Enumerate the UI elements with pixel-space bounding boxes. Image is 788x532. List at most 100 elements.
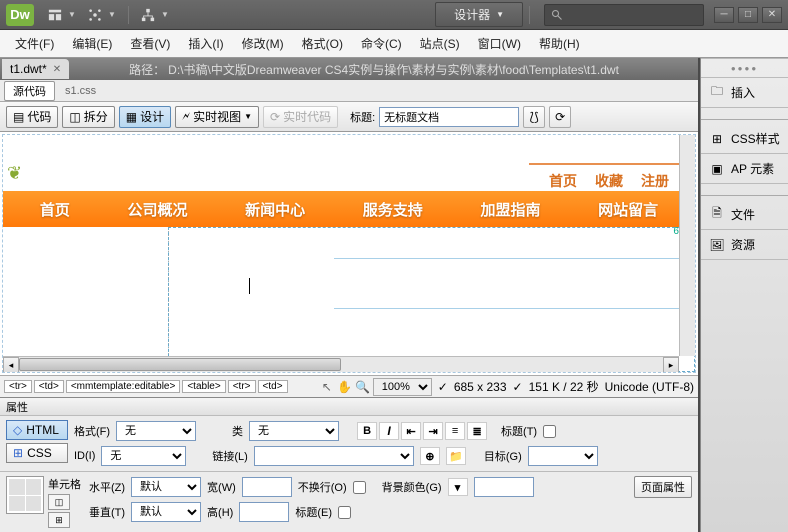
- menu-help[interactable]: 帮助(H): [530, 31, 589, 56]
- bold-button[interactable]: B: [357, 422, 377, 440]
- hand-tool-icon[interactable]: ✋: [337, 379, 353, 395]
- menu-file[interactable]: 文件(F): [6, 31, 63, 56]
- design-canvas[interactable]: ❦ 首页 收藏 注册 首页 公司概况 新闻中心 服务支持 加盟指南 网站留言 6…: [2, 134, 696, 373]
- nav-franchise[interactable]: 加盟指南: [480, 199, 540, 220]
- format-select[interactable]: 无: [116, 421, 196, 441]
- leaf-icon: ❦: [7, 163, 22, 184]
- menu-window[interactable]: 窗口(W): [469, 31, 530, 56]
- nav-link-home[interactable]: 首页: [549, 171, 577, 191]
- format-label: 格式(F): [74, 423, 110, 439]
- scrollbar-thumb[interactable]: [19, 358, 341, 371]
- pointer-tool-icon[interactable]: ↖: [319, 379, 335, 395]
- link-select[interactable]: [254, 446, 414, 466]
- nav-link-register[interactable]: 注册: [641, 171, 669, 191]
- minimize-button[interactable]: ─: [714, 7, 734, 23]
- nav-message[interactable]: 网站留言: [598, 199, 658, 220]
- tag-selector[interactable]: <td>: [258, 380, 288, 393]
- nowrap-checkbox[interactable]: [353, 481, 366, 494]
- menu-edit[interactable]: 编辑(E): [63, 31, 121, 56]
- tag-selector[interactable]: <td>: [34, 380, 64, 393]
- menu-format[interactable]: 格式(O): [293, 31, 352, 56]
- horiz-select[interactable]: 默认: [131, 477, 201, 497]
- color-picker[interactable]: ▾: [448, 478, 468, 496]
- heading-checkbox[interactable]: [543, 425, 556, 438]
- panel-insert[interactable]: 🗀 插入: [701, 78, 788, 108]
- tag-selector[interactable]: <tr>: [4, 380, 32, 393]
- html-properties-button[interactable]: ◇HTML: [6, 420, 68, 440]
- layout-guide: [334, 258, 694, 259]
- header-label: 标题(E): [295, 504, 332, 520]
- height-input[interactable]: [239, 502, 289, 522]
- indent-button[interactable]: ⇥: [423, 422, 443, 440]
- close-button[interactable]: ✕: [762, 7, 782, 23]
- panel-assets[interactable]: 🖼 资源: [701, 230, 788, 260]
- scroll-right-icon[interactable]: ▸: [663, 357, 679, 373]
- menu-commands[interactable]: 命令(C): [352, 31, 411, 56]
- close-tab-icon[interactable]: ✕: [53, 64, 61, 75]
- header-checkbox[interactable]: [338, 506, 351, 519]
- vert-select[interactable]: 默认: [131, 502, 201, 522]
- separator: [128, 6, 129, 24]
- id-select[interactable]: 无: [101, 446, 186, 466]
- merge-cells-button[interactable]: ◫: [48, 494, 70, 510]
- zoom-select[interactable]: 100%: [373, 378, 432, 396]
- title-input[interactable]: [379, 107, 519, 127]
- width-input[interactable]: [242, 477, 292, 497]
- css-properties-button[interactable]: ⊞CSS: [6, 443, 68, 463]
- outdent-button[interactable]: ⇤: [401, 422, 421, 440]
- ul-button[interactable]: ≡: [445, 422, 465, 440]
- extension-icon[interactable]: [86, 6, 104, 24]
- horizontal-scrollbar[interactable]: ◂ ▸: [3, 356, 679, 372]
- search-input[interactable]: [544, 4, 704, 26]
- panel-files[interactable]: 🗎 文件: [701, 200, 788, 230]
- height-label: 高(H): [207, 504, 233, 520]
- menu-view[interactable]: 查看(V): [121, 31, 179, 56]
- split-cells-button[interactable]: ⊞: [48, 512, 70, 528]
- menu-site[interactable]: 站点(S): [411, 31, 469, 56]
- refresh-button[interactable]: ⟳: [549, 106, 571, 128]
- file-path: 路径： D:\书稿\中文版Dreamweaver CS4实例与操作\素材与实例\…: [129, 61, 619, 78]
- properties-header[interactable]: 属性: [0, 398, 698, 416]
- nav-service[interactable]: 服务支持: [363, 199, 423, 220]
- workspace-selector[interactable]: 设计器 ▼: [435, 2, 523, 27]
- nav-link-favorite[interactable]: 收藏: [595, 171, 623, 191]
- code-view-button[interactable]: ▤代码: [6, 106, 58, 128]
- scroll-left-icon[interactable]: ◂: [3, 357, 19, 373]
- file-tab[interactable]: t1.dwt* ✕: [2, 59, 69, 79]
- italic-button[interactable]: I: [379, 422, 399, 440]
- related-css-link[interactable]: s1.css: [65, 85, 96, 97]
- maximize-button[interactable]: □: [738, 7, 758, 23]
- panel-css[interactable]: ⊞ CSS样式: [701, 124, 788, 154]
- link-point-icon[interactable]: ⊕: [420, 447, 440, 465]
- vertical-scrollbar[interactable]: [679, 135, 695, 356]
- layout-icon[interactable]: [46, 6, 64, 24]
- menu-insert[interactable]: 插入(I): [179, 31, 232, 56]
- zoom-tool-icon[interactable]: 🔍: [355, 379, 371, 395]
- link-label: 链接(L): [212, 448, 247, 464]
- dropdown-arrow-icon[interactable]: ▼: [68, 10, 76, 19]
- tag-selector[interactable]: <mmtemplate:editable>: [66, 380, 181, 393]
- tag-selector[interactable]: <tr>: [228, 380, 256, 393]
- live-view-button[interactable]: 🗲实时视图▼: [175, 106, 259, 128]
- dropdown-arrow-icon[interactable]: ▼: [161, 10, 169, 19]
- ol-button[interactable]: ≣: [467, 422, 487, 440]
- design-view-button[interactable]: ▦设计: [119, 106, 171, 128]
- page-properties-button[interactable]: 页面属性: [634, 476, 692, 498]
- menu-modify[interactable]: 修改(M): [233, 31, 293, 56]
- source-tab[interactable]: 源代码: [4, 81, 55, 101]
- nav-news[interactable]: 新闻中心: [245, 199, 305, 220]
- check-button[interactable]: ⟅⟆: [523, 106, 545, 128]
- bg-color-input[interactable]: [474, 477, 534, 497]
- target-select[interactable]: [528, 446, 598, 466]
- split-view-button[interactable]: ◫拆分: [62, 106, 114, 128]
- site-icon[interactable]: [139, 6, 157, 24]
- class-select[interactable]: 无: [249, 421, 339, 441]
- panel-grip[interactable]: ●●●●: [701, 58, 788, 78]
- dropdown-arrow-icon[interactable]: ▼: [108, 10, 116, 19]
- nav-company[interactable]: 公司概况: [127, 199, 187, 220]
- nav-home[interactable]: 首页: [40, 199, 70, 220]
- tag-selector[interactable]: <table>: [182, 380, 225, 393]
- editable-region[interactable]: 666: [168, 227, 695, 372]
- browse-folder-icon[interactable]: 📁: [446, 447, 466, 465]
- panel-ap[interactable]: ▣ AP 元素: [701, 154, 788, 184]
